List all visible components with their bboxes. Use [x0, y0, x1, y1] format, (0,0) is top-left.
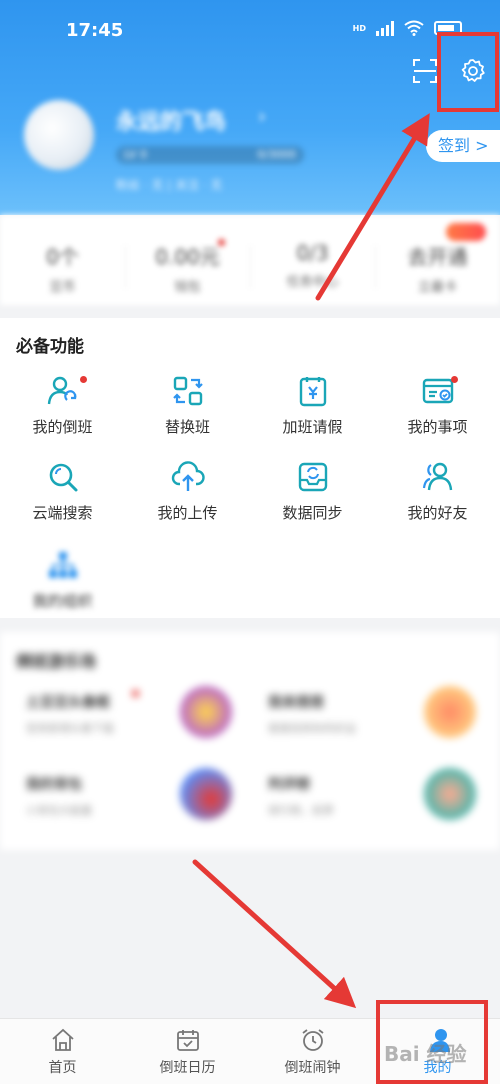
signal-icon — [376, 20, 394, 36]
stat-value: 0.00元 — [155, 245, 220, 269]
feature-my-shift[interactable]: 我的倒班 — [0, 374, 125, 437]
status-time: 17:45 — [66, 20, 124, 41]
notification-dot — [218, 239, 225, 246]
wifi-icon — [404, 20, 424, 36]
backpack-image — [180, 768, 232, 820]
stat-value: 0/3 — [296, 241, 329, 265]
user-meta: 粉丝 · 无 | 关注 · 无 — [116, 178, 223, 192]
feature-label: 云端搜索 — [32, 504, 93, 522]
game-item[interactable]: 我来搭搭 搭搭找到你的好运 — [268, 692, 356, 736]
user-sync-icon — [47, 376, 76, 405]
game-desc: 排行榜，前茅 — [268, 804, 334, 817]
game-name: 土豆豆头像框 — [26, 695, 110, 711]
tab-label: 首页 — [48, 1060, 77, 1076]
vip-badge — [446, 223, 486, 241]
level-label: LV 0 — [124, 148, 147, 161]
alarm-clock-icon — [301, 1029, 324, 1051]
feature-label: 我的上传 — [157, 504, 218, 522]
org-icon — [48, 552, 77, 578]
feature-label: 我的倒班 — [32, 418, 93, 436]
game-desc: 签到获得头像下载 — [26, 722, 114, 735]
feature-my-items[interactable]: 我的事项 — [375, 374, 500, 437]
feature-label: 我的事项 — [407, 418, 468, 436]
tab-label: 倒班闹钟 — [284, 1060, 341, 1076]
ranking-image — [424, 768, 476, 820]
stat-label: 钱包 — [174, 280, 201, 295]
game-desc: 搭搭找到你的好运 — [268, 722, 356, 735]
star-image — [180, 686, 232, 738]
features-panel: 必备功能 我的倒班 替换班 加班请假 我的事项 云端搜索 我的上传 数据同步 我… — [0, 318, 500, 618]
section-title: 倒班游乐场 — [16, 652, 97, 671]
notification-dot — [451, 376, 458, 383]
feature-my-upload[interactable]: 我的上传 — [125, 460, 250, 523]
game-item[interactable]: 我的背包 小背包大能量 — [26, 774, 92, 818]
stat-coins[interactable]: 0个 豆币 — [0, 241, 125, 295]
network-label: HD — [352, 23, 366, 33]
card-check-icon — [422, 378, 453, 404]
chevron-right-icon: › — [258, 104, 266, 128]
level-exp: 0/3000 — [257, 148, 296, 161]
stat-tasks[interactable]: 0/3 任务中心 — [250, 241, 375, 290]
notification-dot — [132, 690, 139, 697]
cloud-upload-icon — [171, 461, 205, 491]
stat-value: 去开通 — [407, 245, 468, 269]
tab-home[interactable]: 首页 — [0, 1027, 125, 1077]
feature-data-sync[interactable]: 数据同步 — [250, 460, 375, 523]
feature-overtime-leave[interactable]: 加班请假 — [250, 374, 375, 437]
game-name: 我的背包 — [26, 777, 82, 793]
stat-vip[interactable]: 去开通 立最卡 — [375, 241, 500, 295]
stat-wallet[interactable]: 0.00元 钱包 — [125, 241, 250, 295]
profile-header: 17:45 HD 永远的飞鸟 › LV 0 0/3000 粉丝 · 无 | 关注… — [0, 0, 500, 215]
tab-shift-calendar[interactable]: 倒班日历 — [125, 1027, 250, 1077]
feature-label: 数据同步 — [282, 504, 343, 522]
search-icon — [49, 463, 77, 492]
scan-icon[interactable] — [412, 58, 438, 84]
stats-row: 0个 豆币 0.00元 钱包 0/3 任务中心 去开通 立最卡 — [0, 215, 500, 305]
swap-icon — [172, 376, 203, 406]
notification-dot — [80, 376, 87, 383]
stat-value: 0个 — [46, 245, 79, 269]
game-item[interactable]: 判评榜 排行榜，前茅 — [268, 774, 334, 818]
stat-label: 任务中心 — [286, 275, 339, 290]
annotation-arrow-down — [192, 859, 357, 1009]
feature-swap-shift[interactable]: 替换班 — [125, 374, 250, 437]
avatar[interactable] — [24, 100, 94, 170]
lucky-image — [424, 686, 476, 738]
status-bar: 17:45 HD — [0, 0, 500, 52]
game-item[interactable]: 土豆豆头像框 签到获得头像下载 — [26, 692, 114, 736]
stat-label: 立最卡 — [417, 280, 457, 295]
feature-label: 我的好友 — [407, 504, 468, 522]
games-panel: 倒班游乐场 土豆豆头像框 签到获得头像下载 我来搭搭 搭搭找到你的好运 我的背包… — [0, 632, 500, 850]
annotation-box-gear — [437, 32, 499, 112]
signin-label: 签到 — [438, 136, 471, 155]
chevron-right-icon: > — [475, 136, 489, 155]
game-name: 判评榜 — [268, 777, 310, 793]
signin-button[interactable]: 签到 > — [426, 130, 500, 162]
feature-my-org[interactable]: 我的组织 — [0, 548, 125, 611]
home-icon — [51, 1028, 74, 1051]
feature-my-friends[interactable]: 我的好友 — [375, 460, 500, 523]
feature-label: 我的组织 — [32, 592, 93, 610]
level-progress-bar: LV 0 0/3000 — [116, 146, 304, 164]
clipboard-yen-icon — [299, 377, 326, 407]
inbox-sync-icon — [298, 462, 327, 492]
calendar-icon — [176, 1030, 199, 1051]
friends-icon — [422, 462, 452, 491]
game-desc: 小背包大能量 — [26, 804, 92, 817]
feature-label: 替换班 — [164, 418, 210, 436]
feature-cloud-search[interactable]: 云端搜索 — [0, 460, 125, 523]
username[interactable]: 永远的飞鸟 — [116, 104, 226, 136]
stat-label: 豆币 — [49, 280, 76, 295]
tab-shift-alarm[interactable]: 倒班闹钟 — [250, 1027, 375, 1077]
annotation-box-tab — [376, 1000, 488, 1084]
tab-label: 倒班日历 — [159, 1060, 216, 1076]
game-name: 我来搭搭 — [268, 695, 324, 711]
feature-label: 加班请假 — [282, 418, 343, 436]
section-title: 必备功能 — [16, 337, 84, 357]
